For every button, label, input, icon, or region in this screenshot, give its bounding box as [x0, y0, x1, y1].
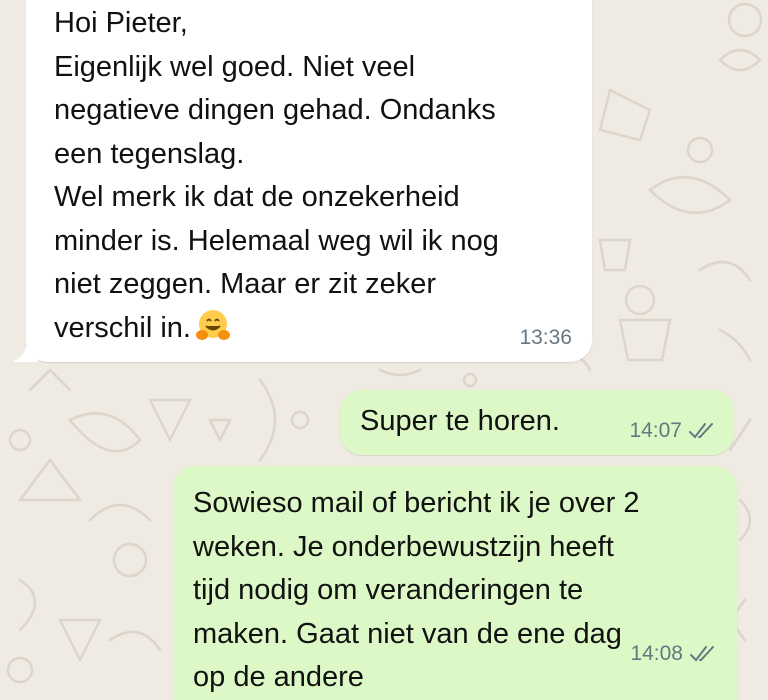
message-time: 14:07: [629, 419, 682, 442]
outgoing-message[interactable]: Sowieso mail of bericht ik je over 2 wek…: [173, 466, 737, 700]
message-text: Super te horen.: [360, 405, 560, 437]
message-text: Hoi Pieter, Eigenlijk wel goed. Niet vee…: [54, 7, 499, 344]
hugging-face-icon: [195, 308, 231, 344]
message-meta: 13:36: [519, 326, 572, 350]
outgoing-message[interactable]: Super te horen. 14:07: [340, 390, 734, 455]
bubble-tail: [12, 340, 38, 362]
message-time: 14:08: [630, 642, 683, 665]
message-meta: 14:07: [629, 419, 716, 443]
incoming-message[interactable]: Hoi Pieter, Eigenlijk wel goed. Niet vee…: [12, 0, 592, 362]
message-time: 13:36: [519, 326, 572, 349]
message-text: Sowieso mail of bericht ik je over 2 wek…: [193, 487, 640, 693]
message-meta: 14:08: [630, 642, 717, 666]
read-checkmarks-icon: [690, 646, 714, 662]
read-checkmarks-icon: [689, 423, 713, 439]
